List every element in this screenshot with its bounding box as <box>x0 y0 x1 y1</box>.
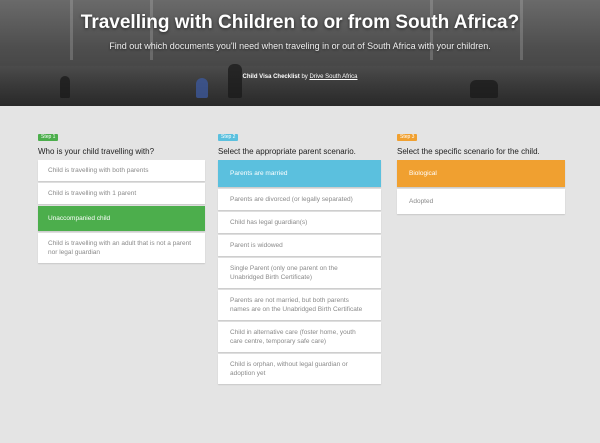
option-adult-not-parent[interactable]: Child is travelling with an adult that i… <box>38 233 205 263</box>
option-parents-divorced[interactable]: Parents are divorced (or legally separat… <box>218 189 381 210</box>
hero-banner: Travelling with Children to or from Sout… <box>0 0 600 106</box>
background-figure <box>470 80 498 98</box>
step-3-badge: Step 3 <box>397 134 418 141</box>
option-both-parents[interactable]: Child is travelling with both parents <box>38 160 205 181</box>
option-unaccompanied[interactable]: Unaccompanied child <box>38 206 205 231</box>
step-1-question: Who is your child travelling with? <box>38 147 155 156</box>
option-single-parent[interactable]: Single Parent (only one parent on the Un… <box>218 258 381 288</box>
page-subtitle: Find out which documents you'll need whe… <box>109 41 491 51</box>
credit-title: Child Visa Checklist <box>242 74 300 80</box>
credit-by: by <box>301 74 308 80</box>
credit-line: Child Visa Checklist by Drive South Afri… <box>0 74 600 80</box>
option-one-parent[interactable]: Child is travelling with 1 parent <box>38 183 205 204</box>
step-3-question: Select the specific scenario for the chi… <box>397 147 540 156</box>
option-orphan[interactable]: Child is orphan, without legal guardian … <box>218 354 381 384</box>
step-3-column: Step 3 Select the specific scenario for … <box>397 125 565 216</box>
step-2-question: Select the appropriate parent scenario. <box>218 147 356 156</box>
credit-link[interactable]: Drive South Africa <box>309 74 357 80</box>
step-2-badge: Step 2 <box>218 134 239 141</box>
step-1-badge: Step 1 <box>38 134 59 141</box>
option-parents-not-married[interactable]: Parents are not married, but both parent… <box>218 290 381 320</box>
option-biological[interactable]: Biological <box>397 160 565 187</box>
page-title: Travelling with Children to or from Sout… <box>80 12 520 33</box>
option-adopted[interactable]: Adopted <box>397 189 565 214</box>
background-figure <box>228 64 242 98</box>
option-parents-married[interactable]: Parents are married <box>218 160 381 187</box>
option-parent-widowed[interactable]: Parent is widowed <box>218 235 381 256</box>
option-legal-guardian[interactable]: Child has legal guardian(s) <box>218 212 381 233</box>
step-1-column: Step 1 Who is your child travelling with… <box>38 125 205 265</box>
background-figure <box>196 78 208 98</box>
background-floor <box>0 66 600 106</box>
option-alternative-care[interactable]: Child in alternative care (foster home, … <box>218 322 381 352</box>
step-2-column: Step 2 Select the appropriate parent sce… <box>218 125 381 386</box>
